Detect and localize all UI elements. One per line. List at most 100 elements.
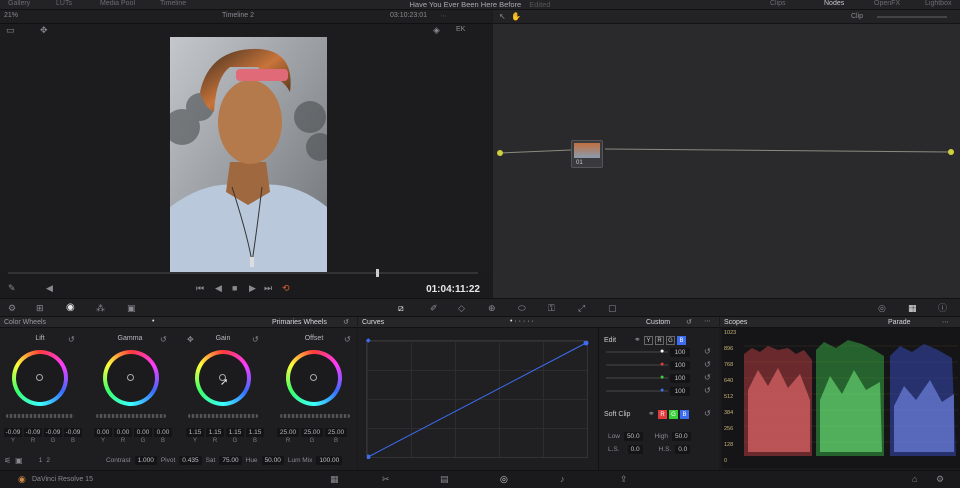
curve-graph[interactable] (366, 340, 589, 459)
loop-icon[interactable]: ⟲ (282, 284, 290, 293)
g-intensity-value[interactable]: 100 (670, 374, 690, 383)
gamma-y-value[interactable]: 0.00 (94, 428, 112, 437)
page-1-button[interactable]: 1 (39, 457, 43, 464)
sizing-icon[interactable]: ⤢ (578, 304, 585, 313)
lift-reset-icon[interactable]: ↺ (68, 336, 75, 344)
scopes-icon[interactable]: ▦ (908, 304, 917, 313)
r-reset-icon[interactable]: ↺ (704, 361, 711, 369)
b-intensity-track[interactable] (606, 390, 668, 392)
lift-master-slider[interactable] (6, 414, 74, 418)
gain-reset-icon[interactable]: ↺ (252, 336, 259, 344)
r-toggle[interactable]: R (655, 336, 664, 345)
color-match-icon[interactable]: ⊞ (36, 304, 44, 313)
node-editor[interactable]: 01 (493, 10, 960, 298)
highlight-icon[interactable]: ◈ (433, 26, 440, 35)
page-edit-icon[interactable]: ▤ (440, 475, 449, 484)
contrast-value[interactable]: 1.000 (134, 456, 157, 465)
r-intensity-dot[interactable]: ● (660, 361, 664, 368)
r-intensity-value[interactable]: 100 (670, 361, 690, 370)
hue-value[interactable]: 50.00 (261, 456, 284, 465)
playhead[interactable] (376, 269, 379, 277)
curves-options-icon[interactable]: ⋯ (704, 317, 711, 325)
auto-balance-icon[interactable]: ⚟ (4, 456, 11, 465)
r-intensity-track[interactable] (606, 364, 668, 366)
page-cut-icon[interactable]: ✂ (382, 475, 390, 484)
tab-openfx[interactable]: OpenFX (874, 0, 900, 7)
play-reverse-icon[interactable]: ◀ (215, 284, 222, 293)
b-reset-icon[interactable]: ↺ (704, 387, 711, 395)
info-icon[interactable]: ⓘ (938, 304, 947, 313)
sat-value[interactable]: 75.00 (219, 456, 242, 465)
link-icon[interactable]: ⚭ (634, 336, 641, 344)
lummix-value[interactable]: 100.00 (316, 456, 343, 465)
key-icon[interactable]: ⚿ (548, 304, 555, 313)
scope-mode-select[interactable]: Parade (888, 319, 911, 326)
tab-clips[interactable]: Clips (770, 0, 786, 7)
pen-icon[interactable]: ✎ (8, 284, 16, 293)
lift-g-value[interactable]: -0.09 (44, 428, 62, 437)
color-wheels-icon[interactable]: ◉ (66, 303, 75, 313)
tab-nodes[interactable]: Nodes (824, 0, 844, 7)
settings-icon[interactable]: ⚙ (936, 475, 944, 484)
hand-icon[interactable]: ✋ (511, 13, 521, 21)
curves-mode-select[interactable]: Custom (646, 319, 670, 326)
page-media-icon[interactable]: ▦ (330, 475, 339, 484)
timeline-selector[interactable]: Timeline 2 (222, 12, 254, 19)
offset-r-value[interactable]: 25.00 (277, 428, 299, 437)
zoom-level[interactable]: 21% (4, 12, 18, 19)
g-toggle[interactable]: G (666, 336, 675, 345)
gain-b-value[interactable]: 1.15 (246, 428, 264, 437)
gain-r-value[interactable]: 1.15 (206, 428, 224, 437)
g-intensity-dot[interactable]: ● (660, 374, 664, 381)
tab-lightbox[interactable]: Lightbox (925, 0, 951, 7)
curves-icon[interactable]: ⧄ (398, 304, 404, 313)
viewer-options-icon[interactable]: ⋯ (440, 12, 447, 20)
page-dot-icon[interactable]: • (152, 318, 154, 325)
softclip-b-toggle[interactable]: B (680, 410, 689, 419)
camera-raw-icon[interactable]: ⚙ (8, 304, 16, 313)
tracker-icon[interactable]: ⊕ (488, 304, 496, 313)
high-value[interactable]: 50.0 (671, 432, 691, 441)
b-intensity-dot[interactable]: ● (660, 387, 664, 394)
y-intensity-track[interactable] (606, 351, 668, 353)
wipe-icon[interactable]: EK (456, 26, 465, 33)
gamma-master-slider[interactable] (96, 414, 166, 418)
offset-b-value[interactable]: 25.00 (325, 428, 347, 437)
softclip-g-toggle[interactable]: G (669, 410, 678, 419)
lift-r-value[interactable]: -0.09 (24, 428, 42, 437)
softclip-link-icon[interactable]: ⚭ (648, 410, 655, 418)
gain-g-value[interactable]: 1.15 (226, 428, 244, 437)
page-deliver-icon[interactable]: ⇪ (620, 475, 628, 484)
wheels-mode-select[interactable]: Primaries Wheels (272, 319, 327, 326)
y-intensity-dot[interactable]: ● (660, 348, 664, 355)
lift-y-value[interactable]: -0.09 (4, 428, 22, 437)
page-dot-icon[interactable]: • · · · · · (510, 318, 534, 325)
pivot-value[interactable]: 0.435 (179, 456, 202, 465)
gain-y-value[interactable]: 1.15 (186, 428, 204, 437)
gamma-b-value[interactable]: 0.00 (154, 428, 172, 437)
lift-wheel-handle[interactable] (36, 374, 43, 381)
y-intensity-value[interactable]: 100 (670, 348, 690, 357)
offset-master-slider[interactable] (280, 414, 350, 418)
stop-icon[interactable]: ■ (232, 284, 237, 293)
page-fairlight-icon[interactable]: ♪ (560, 475, 565, 484)
first-frame-icon[interactable]: ⏮ (196, 284, 204, 293)
gamma-reset-icon[interactable]: ↺ (160, 336, 167, 344)
g-reset-icon[interactable]: ↺ (704, 374, 711, 382)
curve-start-point[interactable]: ◆ (366, 338, 371, 344)
play-icon[interactable]: ▶ (249, 284, 256, 293)
motion-effects-icon[interactable]: ▣ (127, 304, 136, 313)
y-reset-icon[interactable]: ↺ (704, 348, 711, 356)
softclip-r-toggle[interactable]: R (658, 410, 667, 419)
blur-icon[interactable]: ⬭ (518, 304, 526, 313)
audio-icon[interactable]: ◀ (46, 284, 53, 293)
softclip-reset-icon[interactable]: ↺ (704, 410, 711, 418)
home-icon[interactable]: ⌂ (912, 475, 917, 484)
last-frame-icon[interactable]: ⏭ (264, 284, 272, 293)
node-01[interactable]: 01 (571, 140, 603, 168)
ls-value[interactable]: 0.0 (627, 445, 643, 454)
y-toggle[interactable]: Y (644, 336, 653, 345)
hs-value[interactable]: 0.0 (675, 445, 691, 454)
scrubber-track[interactable] (8, 272, 478, 274)
low-value[interactable]: 50.0 (623, 432, 643, 441)
